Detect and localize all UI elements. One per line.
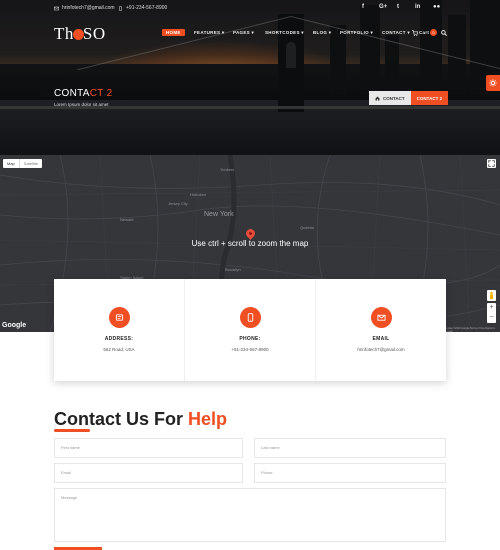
breadcrumb-home[interactable]: CONTACT bbox=[369, 91, 411, 105]
google-plus-icon[interactable]: G+ bbox=[379, 4, 387, 10]
site-logo[interactable]: Th SO bbox=[54, 24, 106, 44]
envelope-icon bbox=[54, 6, 59, 10]
zoom-out-button[interactable]: − bbox=[487, 313, 496, 323]
phone-value[interactable]: +91-234-567-8900 bbox=[185, 347, 315, 352]
phone-icon bbox=[247, 313, 253, 322]
email-title: EMAIL bbox=[372, 336, 390, 342]
nav-home[interactable]: HOME bbox=[162, 29, 185, 36]
flickr-icon[interactable]: ●● bbox=[433, 4, 440, 10]
top-bar: hrinfotech7@gmail.com +91-234-567-8900 f… bbox=[0, 0, 500, 18]
breadcrumb-current: CONTACT 2 bbox=[410, 91, 449, 105]
linkedin-icon[interactable]: in bbox=[415, 4, 420, 10]
fullscreen-icon bbox=[488, 160, 495, 167]
form-title-main: Contact Us For bbox=[54, 409, 189, 429]
form-title: Contact Us For Help bbox=[54, 409, 227, 430]
nav-portfolio[interactable]: PORTFOLIO ▾ bbox=[340, 30, 373, 36]
nav-blog[interactable]: BLOG ▾ bbox=[313, 30, 331, 36]
map-place-label: Jersey City bbox=[168, 201, 188, 206]
page-subtitle: Lorem Ipsum dolor sit amet bbox=[54, 102, 109, 107]
form-title-highlight: Help bbox=[188, 409, 228, 429]
cart-icon[interactable] bbox=[412, 30, 418, 36]
search-icon[interactable] bbox=[441, 30, 447, 36]
facebook-icon[interactable]: f bbox=[362, 4, 364, 10]
google-logo: Google bbox=[2, 322, 27, 329]
street-view-pegman[interactable] bbox=[487, 290, 496, 301]
address-card: ADDRESS: 562 Road, USA bbox=[54, 279, 185, 381]
nav-pages[interactable]: PAGES ▾ bbox=[233, 30, 254, 36]
map-place-label: Yonkers bbox=[220, 167, 235, 172]
map-place-label: Queens bbox=[300, 225, 315, 230]
nav-shortcodes[interactable]: SHORTCODES ▾ bbox=[265, 30, 304, 36]
address-title: ADDRESS: bbox=[104, 336, 134, 342]
map-type-control: Map Satellite bbox=[3, 159, 43, 168]
envelope-icon bbox=[376, 314, 386, 321]
address-icon-circle bbox=[108, 307, 130, 328]
mobile-icon bbox=[119, 5, 122, 11]
breadcrumb: CONTACT CONTACT 2 bbox=[369, 91, 449, 105]
map-place-label: Hoboken bbox=[190, 192, 207, 197]
map-city-label: New York bbox=[204, 211, 234, 218]
nav-contact[interactable]: CONTACT ▾ bbox=[382, 30, 410, 36]
map-place-label: Newark bbox=[120, 217, 134, 222]
topbar-phone-text: +91-234-567-8900 bbox=[126, 5, 168, 11]
phone-card: PHONE: +91-234-567-8900 bbox=[185, 279, 316, 381]
map-type-satellite[interactable]: Satellite bbox=[18, 159, 42, 168]
email-field[interactable]: Email bbox=[54, 463, 243, 483]
email-icon-circle bbox=[370, 307, 392, 328]
first-name-field[interactable]: First name bbox=[54, 438, 243, 458]
phone-field[interactable]: Phone bbox=[254, 463, 446, 483]
topbar-phone[interactable]: +91-234-567-8900 bbox=[118, 5, 167, 11]
zoom-in-button[interactable]: + bbox=[487, 303, 496, 313]
phone-title: PHONE: bbox=[239, 336, 261, 342]
map-marker-icon bbox=[115, 314, 123, 321]
email-value[interactable]: hrinfotech7@gmail.com bbox=[316, 347, 446, 352]
form-title-underline bbox=[54, 429, 90, 432]
settings-tab[interactable] bbox=[486, 75, 500, 91]
logo-text-start: Th bbox=[54, 24, 74, 43]
phone-icon-circle bbox=[239, 307, 261, 328]
gear-icon bbox=[489, 79, 497, 87]
cart-count-badge: 0 bbox=[430, 29, 437, 36]
map-place-label: Brooklyn bbox=[225, 267, 241, 272]
page-title-highlight: CT 2 bbox=[89, 88, 113, 99]
page-title-main: CONTA bbox=[54, 88, 90, 99]
topbar-email[interactable]: hrinfotech7@gmail.com bbox=[54, 5, 115, 11]
address-value: 562 Road, USA bbox=[103, 347, 135, 352]
message-field[interactable]: Message bbox=[54, 488, 446, 542]
home-icon bbox=[375, 96, 380, 100]
fullscreen-button[interactable] bbox=[487, 159, 496, 168]
pegman-icon bbox=[490, 291, 493, 300]
map-type-map[interactable]: Map bbox=[3, 159, 19, 168]
nav-features[interactable]: FEATURES ▾ bbox=[194, 30, 224, 36]
map-terms[interactable]: Map data ©2019 Google Terms of Use Repor… bbox=[442, 327, 500, 333]
twitter-icon[interactable]: t bbox=[397, 4, 399, 10]
cart-label[interactable]: Cart bbox=[419, 30, 429, 35]
contact-page: hrinfotech7@gmail.com +91-234-567-8900 f… bbox=[0, 0, 500, 550]
contact-info-cards: ADDRESS: 562 Road, USA PHONE: +91-234-56… bbox=[54, 279, 446, 381]
last-name-field[interactable]: Last name bbox=[254, 438, 446, 458]
map-zoom-control: + − bbox=[487, 303, 496, 323]
logo-text-end: SO bbox=[82, 24, 106, 43]
topbar-email-text: hrinfotech7@gmail.com bbox=[62, 5, 115, 11]
breadcrumb-home-label: CONTACT bbox=[383, 95, 405, 101]
email-card: EMAIL hrinfotech7@gmail.com bbox=[316, 279, 446, 381]
hero-banner: hrinfotech7@gmail.com +91-234-567-8900 f… bbox=[0, 0, 500, 155]
page-title: CONTACT 2 bbox=[54, 88, 112, 99]
